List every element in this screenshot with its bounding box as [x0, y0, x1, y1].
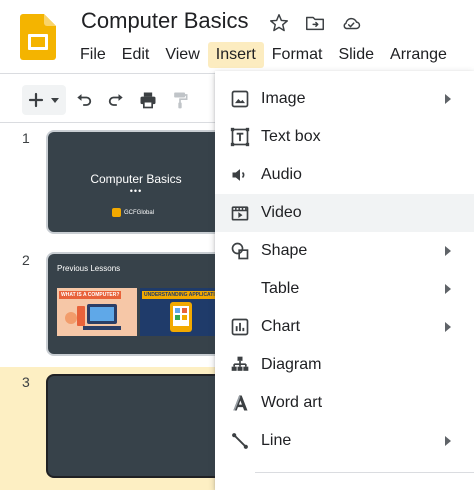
diagram-icon	[229, 354, 251, 376]
insert-table-item[interactable]: Table	[215, 270, 474, 308]
move-folder-icon[interactable]	[304, 12, 326, 34]
slide-title: Previous Lessons	[57, 264, 121, 273]
star-icon[interactable]	[268, 12, 290, 34]
menu-edit[interactable]: Edit	[114, 42, 158, 68]
lesson-thumbnail: WHAT IS A COMPUTER?	[57, 288, 137, 336]
menu-item-label: Text box	[261, 128, 321, 145]
print-icon	[140, 92, 156, 109]
toolbar	[22, 84, 194, 116]
menu-item-label: Word art	[261, 394, 323, 411]
submenu-arrow-icon	[445, 322, 451, 332]
insert-line-item[interactable]: Line	[215, 422, 474, 460]
slide-logo: GCFGlobal	[112, 208, 154, 217]
new-slide-button[interactable]	[22, 85, 66, 115]
paint-format-icon	[174, 92, 188, 109]
cloud-status-icon[interactable]	[340, 12, 362, 34]
lesson-thumbnail: UNDERSTANDING APPLICATIONS	[140, 288, 220, 336]
menu-item-label: Table	[261, 280, 300, 297]
slide-number: 2	[22, 252, 30, 268]
menu-item-label: Diagram	[261, 356, 322, 373]
submenu-arrow-icon	[445, 436, 451, 446]
redo-icon	[108, 94, 123, 106]
word-art-icon	[229, 392, 251, 414]
menu-view[interactable]: View	[157, 42, 207, 68]
undo-button[interactable]	[70, 86, 98, 114]
lesson-caption: UNDERSTANDING APPLICATIONS	[142, 291, 220, 299]
insert-shape-item[interactable]: Shape	[215, 232, 474, 270]
chart-icon	[229, 316, 251, 338]
submenu-arrow-icon	[445, 246, 451, 256]
menu-separator	[255, 472, 474, 473]
print-button[interactable]	[134, 86, 162, 114]
line-icon	[229, 430, 251, 452]
insert-video-item[interactable]: Video	[215, 194, 474, 232]
image-icon	[229, 88, 251, 110]
menu-slide[interactable]: Slide	[330, 42, 382, 68]
menu-file[interactable]: File	[72, 42, 114, 68]
submenu-arrow-icon	[445, 284, 451, 294]
document-title[interactable]: Computer Basics	[81, 8, 249, 34]
plus-icon	[28, 92, 44, 108]
lesson-caption: WHAT IS A COMPUTER?	[59, 291, 122, 299]
insert-image-item[interactable]: Image	[215, 80, 474, 118]
submenu-arrow-icon	[445, 94, 451, 104]
insert-word-art-item[interactable]: Word art	[215, 384, 474, 422]
text-box-icon	[229, 126, 251, 148]
slide-title: Computer Basics	[90, 172, 182, 186]
shape-icon	[229, 240, 251, 262]
insert-diagram-item[interactable]: Diagram	[215, 346, 474, 384]
menu-format[interactable]: Format	[264, 42, 331, 68]
menu-insert[interactable]: Insert	[207, 42, 264, 68]
slide-number: 3	[22, 374, 30, 390]
paint-format-button[interactable]	[166, 86, 194, 114]
menu-bar: File Edit View Insert Format Slide Arran…	[72, 40, 455, 70]
menu-item-label: Image	[261, 90, 306, 107]
menu-item-label: Chart	[261, 318, 301, 335]
audio-icon	[229, 164, 251, 186]
menu-arrange[interactable]: Arrange	[382, 42, 455, 68]
menu-item-label: Line	[261, 432, 292, 449]
slides-logo-icon[interactable]	[20, 14, 56, 60]
menu-item-label: Audio	[261, 166, 302, 183]
slide-number: 1	[22, 130, 30, 146]
menu-item-label: Shape	[261, 242, 308, 259]
insert-chart-item[interactable]: Chart	[215, 308, 474, 346]
insert-menu-dropdown: Image Text box Audio Video Shape Table C…	[215, 71, 474, 490]
caret-down-icon[interactable]	[50, 95, 60, 105]
redo-button[interactable]	[102, 86, 130, 114]
undo-icon	[77, 94, 92, 106]
slide-thumbnail-selected[interactable]	[46, 374, 226, 478]
gcf-logo-icon	[112, 208, 121, 217]
slide-dots: •••	[129, 186, 143, 196]
insert-audio-item[interactable]: Audio	[215, 156, 474, 194]
menu-item-label: Video	[261, 204, 302, 221]
slide-thumbnail[interactable]: Previous Lessons WHAT IS A COMPUTER? UND…	[46, 252, 226, 356]
insert-text-box-item[interactable]: Text box	[215, 118, 474, 156]
slide-thumbnail[interactable]: Computer Basics ••• GCFGlobal	[46, 130, 226, 234]
video-icon	[229, 202, 251, 224]
